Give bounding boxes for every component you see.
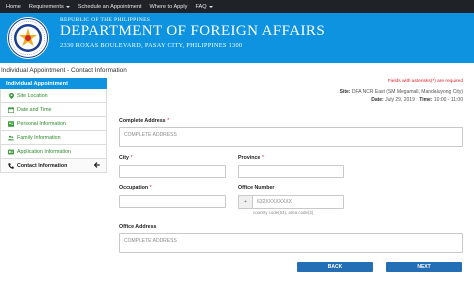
complete-address-placeholder: COMPLETE ADDRESS xyxy=(124,132,177,138)
required-asterisk: * xyxy=(130,155,133,161)
sidebar-item-contact-information[interactable]: Contact Information xyxy=(0,159,107,173)
calendar-icon xyxy=(8,106,14,113)
complete-address-label-text: Complete Address xyxy=(119,118,166,124)
office-address-placeholder: COMPLETE ADDRESS xyxy=(124,238,177,244)
required-fields-note: Fields with asterisks(*) are required xyxy=(387,79,463,84)
complete-address-input[interactable]: COMPLETE ADDRESS xyxy=(119,127,463,147)
users-icon xyxy=(8,135,14,141)
date-label: Date: xyxy=(371,97,384,103)
time-value: 10:00 - 11:00 xyxy=(433,97,463,103)
sidebar-item-label: Family Information xyxy=(17,134,61,141)
sidebar-item-site-location[interactable]: Site Location xyxy=(0,89,107,103)
sidebar-item-family-information[interactable]: Family Information xyxy=(0,131,107,145)
site-value: DFA NCR East (SM Megamall, Mandaluyong C… xyxy=(351,89,463,95)
sidebar-item-label: Site Location xyxy=(17,92,48,99)
required-asterisk: * xyxy=(167,118,170,124)
nav-faq-label: FAQ xyxy=(195,3,207,10)
dfa-seal-logo xyxy=(7,17,49,59)
nav-where-to-apply[interactable]: Where to Apply xyxy=(146,0,192,13)
phone-prefix: + xyxy=(238,195,252,209)
city-input[interactable] xyxy=(119,165,226,178)
caret-down-icon xyxy=(65,5,70,8)
province-label: Province * xyxy=(238,155,264,161)
nav-where-label: Where to Apply xyxy=(149,3,188,10)
caret-down-icon xyxy=(208,5,213,8)
province-input[interactable] xyxy=(238,165,344,178)
office-address-input[interactable]: COMPLETE ADDRESS xyxy=(119,233,463,253)
sidebar-item-date-and-time[interactable]: Date and Time xyxy=(0,103,107,117)
next-button[interactable]: NEXT xyxy=(386,262,462,272)
phone-icon xyxy=(8,162,14,169)
back-button[interactable]: BACK xyxy=(297,262,373,272)
office-address-label: Office Address xyxy=(119,224,157,230)
complete-address-label: Complete Address * xyxy=(119,118,169,124)
city-label: City * xyxy=(119,155,133,161)
nav-schedule-appointment[interactable]: Schedule an Appointment xyxy=(74,0,146,13)
office-number-input[interactable]: 632XXXXXXXX xyxy=(252,195,344,209)
date-info: Date: July 29, 2019 Time: 10:00 - 11:00 xyxy=(371,97,463,103)
header-banner: REPUBLIC OF THE PHILIPPINES DEPARTMENT O… xyxy=(0,13,474,63)
office-number-placeholder: 632XXXXXXXX xyxy=(257,199,293,205)
sidebar-item-label: Date and Time xyxy=(17,106,52,113)
sidebar: Individual Appointment Site Location Dat… xyxy=(0,78,107,173)
id-card-icon xyxy=(8,149,14,155)
site-info: Site: DFA NCR East (SM Megamall, Mandalu… xyxy=(340,89,463,95)
required-asterisk: * xyxy=(261,155,264,161)
nav-home[interactable]: Home xyxy=(0,0,25,13)
sidebar-item-application-information[interactable]: Application Information xyxy=(0,145,107,159)
department-title: DEPARTMENT OF FOREIGN AFFAIRS xyxy=(60,23,326,39)
nav-requirements[interactable]: Requirements xyxy=(25,0,74,13)
office-number-hint: country code(63), area code(2) xyxy=(253,210,314,215)
time-label: Time: xyxy=(419,97,433,103)
city-label-text: City xyxy=(119,155,130,161)
top-nav: Home Requirements Schedule an Appointmen… xyxy=(0,0,474,13)
nav-home-label: Home xyxy=(6,3,21,10)
sidebar-item-label: Personal Information xyxy=(17,120,66,127)
department-address: 2330 ROXAS BOULEVARD, PASAY CITY, PHILIP… xyxy=(60,42,243,49)
occupation-label-text: Occupation xyxy=(119,185,149,191)
required-asterisk: * xyxy=(149,185,152,191)
sidebar-item-personal-information[interactable]: Personal Information xyxy=(0,117,107,131)
site-label: Site: xyxy=(339,89,351,95)
nav-schedule-label: Schedule an Appointment xyxy=(77,3,142,10)
office-number-label: Office Number xyxy=(238,185,275,191)
nav-requirements-label: Requirements xyxy=(28,3,64,10)
date-value: July 29, 2019 xyxy=(385,97,415,103)
occupation-label: Occupation * xyxy=(119,185,152,191)
nav-faq[interactable]: FAQ xyxy=(191,0,216,13)
province-label-text: Province xyxy=(238,155,261,161)
user-icon xyxy=(8,120,14,127)
occupation-input[interactable] xyxy=(119,195,226,208)
page-title: Individual Appointment - Contact Informa… xyxy=(1,67,127,74)
map-marker-icon xyxy=(8,92,14,99)
sidebar-item-label: Contact Information xyxy=(17,162,68,169)
arrow-left-icon xyxy=(93,162,100,170)
sidebar-header: Individual Appointment xyxy=(0,78,107,89)
sidebar-item-label: Application Information xyxy=(17,148,71,155)
